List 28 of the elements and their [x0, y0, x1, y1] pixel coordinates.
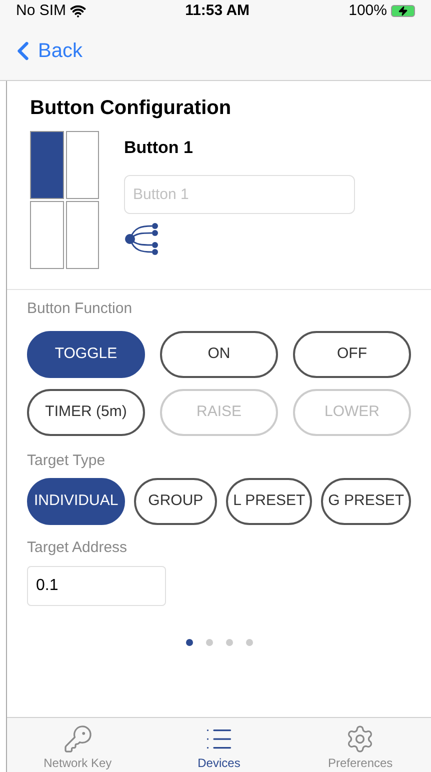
option-button[interactable]: TOGGLE	[27, 330, 145, 378]
back-button[interactable]: Back	[8, 36, 82, 66]
button-name: Button 1	[124, 137, 194, 159]
battery-text: 100%	[348, 0, 387, 21]
section-label: Target Address	[27, 538, 128, 558]
button-layout-cell[interactable]	[30, 131, 64, 199]
option-button[interactable]: INDIVIDUAL	[27, 478, 126, 525]
name-field[interactable]: Button 1	[124, 174, 355, 214]
network-icon	[124, 222, 160, 258]
page-title: Button Configuration	[30, 96, 232, 121]
option-button[interactable]: L PRESET	[226, 478, 312, 525]
option-button[interactable]: OFF	[293, 330, 411, 378]
carrier-text: No SIM	[16, 0, 66, 21]
button-layout-cell[interactable]	[66, 201, 99, 269]
tab-bar-item[interactable]: Devices	[148, 718, 290, 772]
key-icon	[62, 724, 93, 754]
section-label: Target Type	[27, 450, 106, 470]
option-button[interactable]: ON	[160, 330, 278, 378]
option-button[interactable]: GROUP	[134, 478, 218, 525]
option-button[interactable]: TIMER (5m)	[27, 388, 145, 436]
clock-text: 11:53 AM	[185, 0, 250, 21]
option-button[interactable]: G PRESET	[321, 478, 411, 525]
battery-icon	[391, 5, 415, 17]
address-field[interactable]: 0.1	[27, 566, 166, 606]
section-label: Button Function	[27, 299, 134, 319]
button-layout-cell[interactable]	[66, 131, 99, 199]
button-layout-cell[interactable]	[30, 201, 64, 269]
wifi-icon	[70, 3, 86, 19]
